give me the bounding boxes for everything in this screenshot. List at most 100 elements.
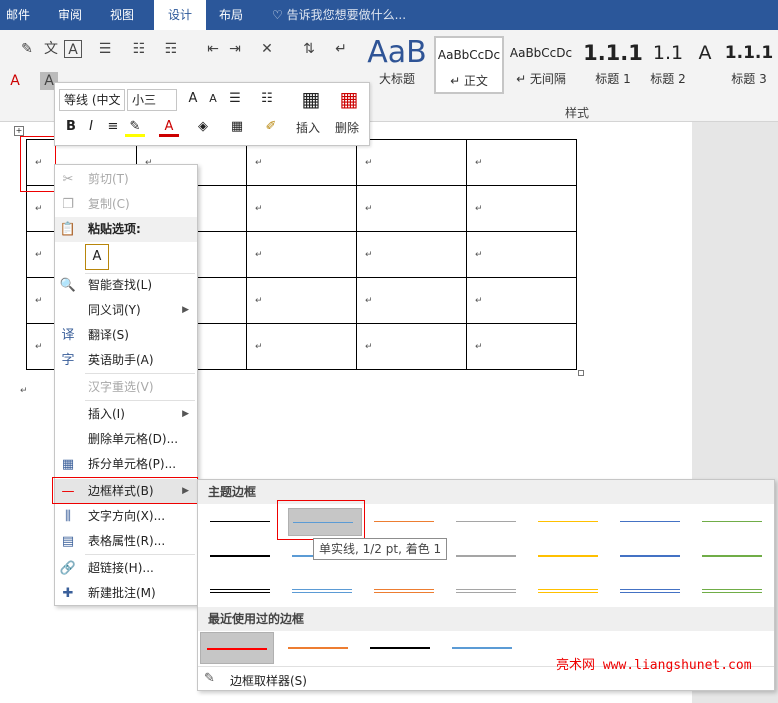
menu-item-split-cells[interactable]: ▦ 拆分单元格(P)... — [55, 452, 197, 477]
menu-item-reconvert[interactable]: 汉字重选(V) — [55, 375, 197, 400]
table-cell[interactable]: ↵ — [246, 139, 357, 186]
table-cell[interactable]: ↵ — [356, 231, 467, 278]
menu-item-translate[interactable]: 译 翻译(S) — [55, 323, 197, 348]
tab-review[interactable]: 审阅 — [50, 0, 90, 30]
chinese-layout-icon[interactable]: ✕ — [258, 40, 276, 58]
border-swatch[interactable] — [370, 576, 444, 604]
border-swatch[interactable] — [452, 542, 526, 570]
table-cell[interactable]: ↵ — [356, 139, 467, 186]
recent-border-swatch[interactable] — [446, 632, 520, 664]
tab-view[interactable]: 视图 — [102, 0, 142, 30]
border-swatch[interactable] — [616, 576, 690, 604]
table-cell[interactable]: ↵ — [246, 231, 357, 278]
menu-item-copy[interactable]: ❐ 复制(C) — [55, 192, 197, 217]
menu-item-hyperlink[interactable]: 🔗 超链接(H)... — [55, 556, 197, 581]
style-normal[interactable]: AaBbCcDc ↵ 正文 — [434, 36, 504, 94]
tab-layout[interactable]: 布局 — [210, 0, 252, 30]
border-swatch[interactable] — [534, 576, 608, 604]
border-swatch[interactable] — [534, 508, 608, 536]
menu-item-text-direction[interactable]: ⫼ 文字方向(X)... — [55, 504, 197, 529]
table-cell[interactable]: ↵ — [356, 185, 467, 232]
recent-border-swatch[interactable] — [200, 632, 274, 664]
border-swatch[interactable] — [616, 508, 690, 536]
style-heading1-label: 标题 1 — [595, 72, 631, 86]
menu-item-delete-cells[interactable]: 删除单元格(D)... — [55, 427, 197, 452]
decrease-indent-icon[interactable]: ⇤ — [204, 40, 222, 58]
table-cell[interactable]: ↵ — [466, 277, 577, 324]
menu-item-cut[interactable]: ✂ 剪切(T) — [55, 167, 197, 192]
menu-item-english-assistant[interactable]: 字 英语助手(A) — [55, 348, 197, 373]
insert-table-icon[interactable]: ▦ — [299, 87, 323, 111]
show-marks-icon[interactable]: ↵ — [332, 40, 350, 58]
highlight-icon[interactable]: ✎ — [125, 117, 145, 137]
border-swatch[interactable] — [698, 508, 772, 536]
menu-item-new-comment[interactable]: ✚ 新建批注(M) — [55, 581, 197, 606]
bullets-icon[interactable]: ☰ — [225, 89, 245, 109]
table-cell[interactable]: ↵ — [356, 323, 467, 370]
style-heading2[interactable]: 1.1 标题 2 — [648, 36, 688, 94]
tell-me-box[interactable]: ♡ 告诉我您想要做什么... — [272, 0, 406, 30]
tab-mailings[interactable]: 邮件 — [0, 0, 36, 30]
delete-label[interactable]: 删除 — [335, 119, 359, 136]
table-resize-handle[interactable] — [578, 370, 584, 376]
table-cell[interactable]: ↵ — [466, 139, 577, 186]
shading-icon[interactable]: ◈ — [193, 117, 213, 137]
font-size-select[interactable]: 小三 — [127, 89, 177, 111]
font-name-select[interactable]: 等线 (中文 — [59, 89, 125, 111]
style-heading3[interactable]: 1.1.1 标题 3 — [722, 36, 776, 94]
table-cell[interactable]: ↵ — [246, 185, 357, 232]
table-cell[interactable]: ↵ — [356, 277, 467, 324]
format-painter-icon[interactable]: ✐ — [261, 117, 281, 137]
border-painter-label[interactable]: 边框取样器(S) — [230, 672, 307, 689]
numbering-icon[interactable]: ☷ — [257, 89, 277, 109]
sort-icon[interactable]: ⇅ — [300, 40, 318, 58]
bullets-icon[interactable]: ☰ — [96, 40, 114, 58]
paste-keep-text-icon[interactable]: A — [85, 244, 109, 270]
border-swatch[interactable] — [698, 542, 772, 570]
border-swatch[interactable] — [452, 508, 526, 536]
table-move-handle-icon[interactable]: + — [14, 126, 24, 136]
table-cell[interactable]: ↵ — [466, 185, 577, 232]
style-title[interactable]: AaB 大标题 — [362, 36, 432, 94]
table-cell[interactable]: ↵ — [466, 323, 577, 370]
border-swatch[interactable] — [370, 508, 444, 536]
grow-font-icon[interactable]: A — [183, 89, 203, 109]
delete-table-icon[interactable]: ▦ — [337, 87, 361, 111]
font-color-icon[interactable]: A — [6, 72, 24, 90]
clear-format-icon[interactable]: ✎ — [18, 40, 36, 58]
char-border-icon[interactable]: A — [64, 40, 82, 58]
selected-cell-highlight — [20, 136, 56, 192]
insert-label[interactable]: 插入 — [296, 119, 320, 136]
tab-design[interactable]: 设计 — [154, 0, 206, 30]
phonetic-guide-icon[interactable]: 文 — [42, 40, 60, 58]
border-swatch[interactable] — [698, 576, 772, 604]
increase-indent-icon[interactable]: ⇥ — [226, 40, 244, 58]
style-heading1[interactable]: 1.1.1 标题 1 — [580, 36, 646, 94]
style-heading2b[interactable]: A — [690, 36, 720, 94]
recent-border-swatch[interactable] — [282, 632, 356, 664]
border-swatch[interactable] — [288, 576, 362, 604]
shrink-font-icon[interactable]: A — [203, 89, 223, 109]
recent-border-swatch[interactable] — [364, 632, 438, 664]
numbering-icon[interactable]: ☷ — [130, 40, 148, 58]
border-swatch[interactable] — [616, 542, 690, 570]
multilevel-list-icon[interactable]: ☶ — [162, 40, 180, 58]
table-cell[interactable]: ↵ — [246, 277, 357, 324]
border-swatch[interactable] — [534, 542, 608, 570]
style-no-spacing[interactable]: AaBbCcDc ↵ 无间隔 — [506, 36, 576, 94]
center-align-icon[interactable]: ≡ — [103, 117, 123, 137]
border-swatch[interactable] — [206, 576, 280, 604]
table-cell[interactable]: ↵ — [246, 323, 357, 370]
bold-button[interactable]: B — [61, 117, 81, 137]
borders-icon[interactable]: ▦ — [227, 117, 247, 137]
border-swatch[interactable] — [206, 508, 280, 536]
font-color-icon[interactable]: A — [159, 117, 179, 137]
italic-button[interactable]: I — [81, 117, 101, 137]
table-cell[interactable]: ↵ — [466, 231, 577, 278]
menu-item-insert[interactable]: 插入(I) ▶ — [55, 402, 197, 427]
border-swatch[interactable] — [206, 542, 280, 570]
menu-item-synonyms[interactable]: 同义词(Y) ▶ — [55, 298, 197, 323]
menu-item-table-properties[interactable]: ▤ 表格属性(R)... — [55, 529, 197, 554]
border-swatch[interactable] — [452, 576, 526, 604]
menu-item-smart-lookup[interactable]: 🔍 智能查找(L) — [55, 273, 197, 298]
